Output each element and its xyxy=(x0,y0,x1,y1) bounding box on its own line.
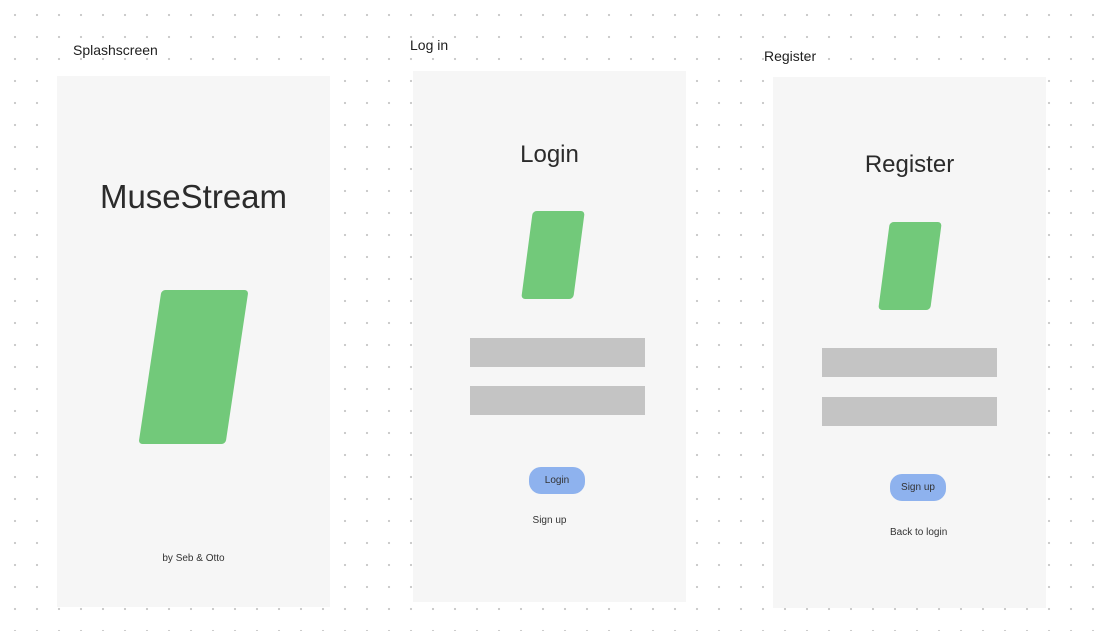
login-frame[interactable]: Login Login Sign up xyxy=(413,71,686,602)
register-frame[interactable]: Register Sign up Back to login xyxy=(773,77,1046,608)
login-title: Login xyxy=(520,141,579,168)
splashscreen-frame[interactable]: MuseStream by Seb & Otto xyxy=(57,76,330,607)
app-logo xyxy=(521,211,585,299)
username-field[interactable] xyxy=(470,338,645,367)
login-button[interactable]: Login xyxy=(529,467,585,494)
password-field[interactable] xyxy=(470,386,645,415)
sign-up-link[interactable]: Sign up xyxy=(413,515,686,526)
frame-label-register: Register xyxy=(764,48,817,64)
sign-up-button[interactable]: Sign up xyxy=(890,474,946,501)
app-logo xyxy=(878,222,942,310)
frame-label-splashscreen: Splashscreen xyxy=(73,42,158,58)
app-name-title: MuseStream xyxy=(99,178,288,215)
register-field-1[interactable] xyxy=(822,348,997,377)
frame-label-login: Log in xyxy=(410,37,449,53)
back-to-login-link[interactable]: Back to login xyxy=(890,527,947,538)
app-logo xyxy=(138,290,249,444)
register-field-2[interactable] xyxy=(822,397,997,426)
credit-text: by Seb & Otto xyxy=(162,553,225,564)
register-title: Register xyxy=(864,151,955,178)
